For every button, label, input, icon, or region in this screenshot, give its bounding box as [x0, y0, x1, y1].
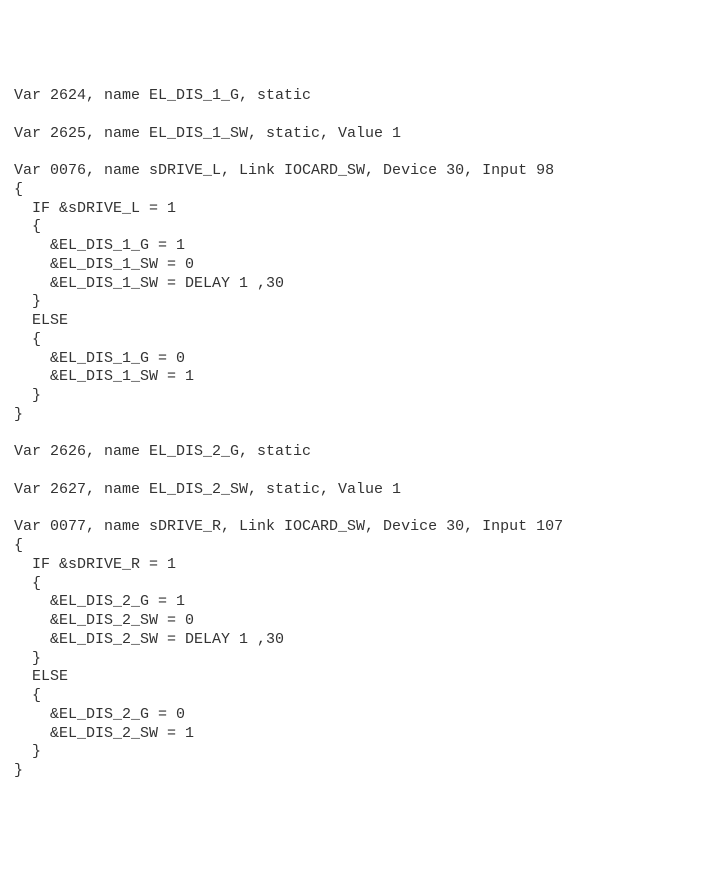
code-block: Var 2624, name EL_DIS_1_G, static Var 26… — [14, 87, 688, 781]
